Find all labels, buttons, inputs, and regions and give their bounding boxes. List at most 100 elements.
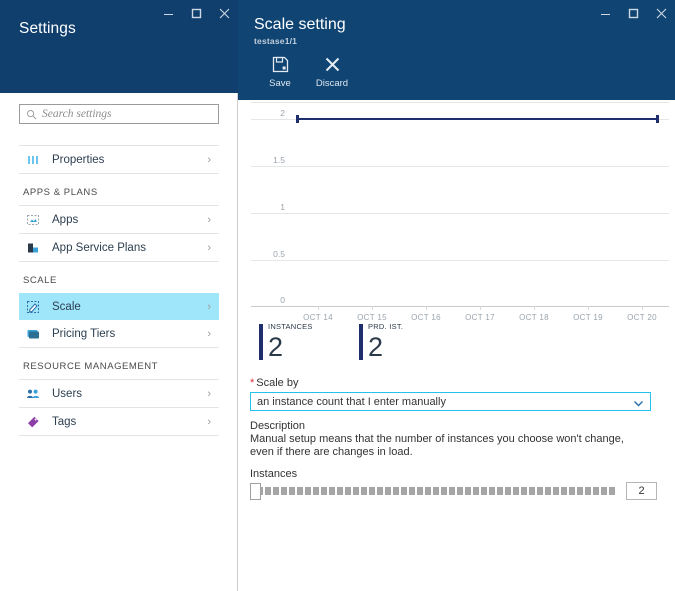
sidebar-item-label: Users (52, 387, 83, 400)
chart-x-tick: OCT 14 (291, 306, 345, 322)
metric-tiles: INSTANCES 2 PRD. IST. 2 (259, 322, 415, 362)
app-root: Settings Search settings Properties › AP… (0, 0, 675, 591)
description-label: Description (250, 420, 306, 432)
chart-gridline (251, 213, 669, 214)
metric-label: PRD. IST. (368, 322, 404, 331)
sidebar-item-label: Scale (52, 300, 81, 313)
sidebar-item-label: Properties (52, 153, 105, 166)
chart-gridline (251, 166, 669, 167)
settings-window-controls (154, 0, 238, 26)
sidebar-item-label: Tags (52, 415, 77, 428)
chart-gridline (251, 260, 669, 261)
app-service-plans-icon (25, 240, 41, 256)
chart-y-tick: 2 (280, 108, 285, 118)
sidebar-item-label: App Service Plans (52, 241, 146, 254)
scale-by-select[interactable]: an instance count that I enter manually (250, 392, 651, 411)
search-icon (26, 109, 37, 120)
minimize-icon[interactable] (154, 1, 182, 25)
chevron-right-icon: › (207, 153, 211, 166)
close-icon[interactable] (210, 1, 238, 25)
discard-button[interactable]: Discard (306, 54, 358, 89)
sidebar-item-apps[interactable]: Apps › (19, 206, 219, 233)
scale-by-label-text: Scale by (256, 377, 299, 389)
chevron-down-icon (633, 396, 644, 414)
scale-form: * Scale by an instance count that I enter… (250, 377, 662, 500)
sidebar-item-users[interactable]: Users › (19, 380, 219, 407)
scale-icon (25, 299, 41, 315)
scale-by-label: * Scale by (250, 377, 662, 389)
nav-group-resource-management: RESOURCE MANAGEMENT (23, 361, 159, 372)
chevron-right-icon: › (207, 213, 211, 226)
chevron-right-icon: › (207, 387, 211, 400)
page-title: Scale setting (254, 16, 346, 33)
chart-series-end-cap (656, 115, 659, 123)
save-label: Save (269, 78, 291, 89)
chevron-right-icon: › (207, 300, 211, 313)
instances-slider[interactable] (250, 482, 618, 500)
metric-tile-prd-ist[interactable]: PRD. IST. 2 (359, 322, 415, 362)
maximize-icon[interactable] (182, 1, 210, 25)
chart-x-tick: OCT 16 (399, 306, 453, 322)
chart-x-tick: OCT 18 (507, 306, 561, 322)
sidebar-item-app-service-plans[interactable]: App Service Plans › (19, 234, 219, 261)
chart-x-tick: OCT 17 (453, 306, 507, 322)
nav-group-apps-plans: APPS & PLANS (23, 187, 98, 198)
search-input[interactable]: Search settings (42, 108, 112, 120)
metric-label: INSTANCES (268, 322, 313, 331)
sidebar-item-properties[interactable]: Properties › (19, 146, 219, 173)
settings-window: Settings Search settings Properties › AP… (0, 0, 238, 591)
chart-gridline (251, 102, 669, 103)
maximize-icon[interactable] (619, 1, 647, 25)
command-bar: Save Discard (254, 54, 358, 89)
chart-series-start-cap (296, 115, 299, 123)
discard-icon (324, 54, 341, 74)
slider-track[interactable] (257, 487, 616, 495)
sidebar-item-tags[interactable]: Tags › (19, 408, 219, 435)
slider-thumb[interactable] (250, 483, 261, 500)
settings-titlebar: Settings (0, 0, 238, 93)
scale-setting-window: Scale setting testase1/1 Save Discard 2 … (238, 0, 675, 591)
settings-title: Settings (19, 20, 76, 37)
close-icon[interactable] (647, 1, 675, 25)
chevron-right-icon: › (207, 327, 211, 340)
discard-label: Discard (315, 78, 349, 89)
chart-y-tick: 0 (280, 295, 285, 305)
metric-value: 2 (368, 332, 384, 362)
settings-nav: Properties › APPS & PLANS Apps › App Ser… (19, 145, 219, 436)
page-subtitle: testase1/1 (254, 36, 298, 46)
required-marker: * (250, 377, 255, 389)
instances-label: Instances (250, 468, 298, 480)
chart-y-tick: 0.5 (273, 249, 285, 259)
chart-x-ticks: OCT 14 OCT 15 OCT 16 OCT 17 OCT 18 OCT 1… (291, 306, 669, 322)
nav-group-scale: SCALE (23, 275, 57, 286)
chevron-right-icon: › (207, 415, 211, 428)
chart-x-tick: OCT 20 (615, 306, 669, 322)
nav-divider (19, 435, 219, 436)
properties-icon (25, 152, 41, 168)
scale-window-controls (591, 0, 675, 26)
apps-icon (25, 212, 41, 228)
sidebar-item-label: Pricing Tiers (52, 327, 116, 340)
sidebar-item-scale[interactable]: Scale › (19, 293, 219, 320)
chart-series-instances (297, 118, 658, 120)
description-text: Manual setup means that the number of in… (250, 433, 624, 458)
metric-value: 2 (268, 332, 284, 362)
instances-chart: 2 1.5 1 0.5 0 OCT 14 OCT 15 OCT 16 OCT 1… (251, 100, 675, 322)
instances-value-field[interactable]: 2 (626, 482, 657, 500)
search-settings-box[interactable]: Search settings (19, 104, 219, 124)
chart-y-tick: 1.5 (273, 155, 285, 165)
save-button[interactable]: Save (254, 54, 306, 89)
chart-y-tick: 1 (280, 202, 285, 212)
sidebar-item-pricing-tiers[interactable]: Pricing Tiers › (19, 320, 219, 347)
sidebar-item-label: Apps (52, 213, 79, 226)
settings-body: Search settings Properties › APPS & PLAN… (0, 93, 238, 591)
minimize-icon[interactable] (591, 1, 619, 25)
users-icon (25, 386, 41, 402)
chart-x-tick: OCT 15 (345, 306, 399, 322)
chevron-right-icon: › (207, 241, 211, 254)
scale-body: 2 1.5 1 0.5 0 OCT 14 OCT 15 OCT 16 OCT 1… (238, 100, 675, 591)
metric-tile-instances[interactable]: INSTANCES 2 (259, 322, 315, 362)
scale-titlebar: Scale setting testase1/1 Save Discard (238, 0, 675, 100)
pricing-tiers-icon (25, 326, 41, 342)
save-icon (272, 54, 289, 74)
